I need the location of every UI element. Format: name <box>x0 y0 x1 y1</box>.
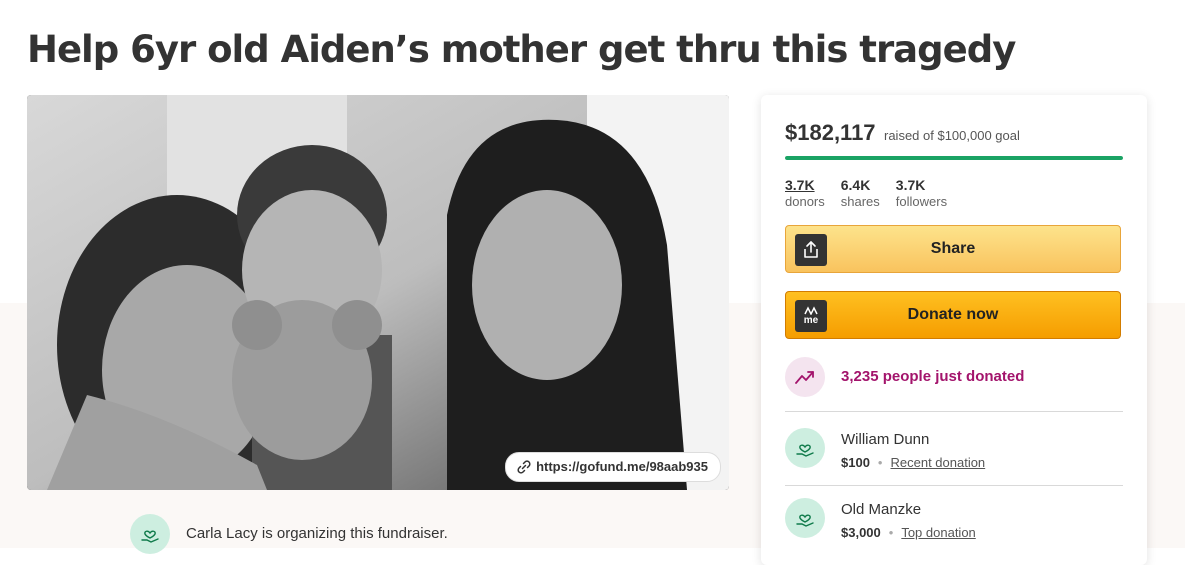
stat-shares: 6.4K shares <box>841 177 880 210</box>
top-donation-link[interactable]: Top donation <box>901 525 975 540</box>
stat-donors[interactable]: 3.7K donors <box>785 177 825 210</box>
gofundme-logo-icon: me <box>795 300 827 332</box>
donate-now-label: Donate now <box>907 306 999 323</box>
divider <box>785 485 1123 486</box>
share-link-text: https://gofund.me/98aab935 <box>536 459 708 474</box>
donor-avatar <box>785 428 825 468</box>
separator-dot: • <box>888 525 894 540</box>
donate-now-button[interactable]: me Donate now <box>785 291 1121 339</box>
donor-name: William Dunn <box>841 431 930 448</box>
share-button-label: Share <box>930 240 976 257</box>
donation-amount: $3,000 <box>841 525 881 540</box>
donate-icon-text: me <box>803 315 819 326</box>
trending-up-icon <box>795 371 814 384</box>
raised-amount: $182,117 <box>785 120 876 145</box>
stat-donors-label: donors <box>785 194 825 209</box>
stat-donors-value[interactable]: 3.7K <box>785 177 825 193</box>
heart-hand-icon <box>141 530 159 543</box>
goal-text: raised of $100,000 goal <box>884 128 1020 143</box>
progress-bar-fill <box>785 156 1123 160</box>
donation-sidebar-card: $182,117 raised of $100,000 goal 3.7K do… <box>761 95 1147 565</box>
organizer-avatar <box>130 514 170 554</box>
progress-bar <box>785 156 1123 160</box>
stat-followers: 3.7K followers <box>896 177 947 210</box>
page-title: Help 6yr old Aiden’s mother get thru thi… <box>27 28 1016 71</box>
stat-followers-label: followers <box>895 194 948 209</box>
donor-name: Old Manzke <box>841 501 922 518</box>
donation-meta: $100 • Recent donation <box>841 455 985 470</box>
share-upload-icon <box>795 234 827 266</box>
heart-hand-icon <box>796 514 814 527</box>
raised-summary: $182,117 raised of $100,000 goal <box>785 120 1020 146</box>
organizer-text: Carla Lacy is organizing this fundraiser… <box>186 525 448 542</box>
donor-avatar <box>785 498 825 538</box>
stat-followers-value: 3.7K <box>895 177 926 193</box>
recent-donation-link[interactable]: Recent donation <box>890 455 985 470</box>
donation-meta: $3,000 • Top donation <box>841 525 976 540</box>
share-button[interactable]: Share <box>785 225 1121 273</box>
stat-shares-value: 6.4K <box>840 177 871 193</box>
heart-hand-icon <box>796 444 814 457</box>
share-link-pill[interactable]: https://gofund.me/98aab935 <box>505 452 721 482</box>
trend-text: 3,235 people just donated <box>841 368 1025 385</box>
stat-shares-label: shares <box>840 194 880 209</box>
campaign-photo-image <box>27 95 729 490</box>
campaign-stats: 3.7K donors 6.4K shares 3.7K followers <box>785 177 947 210</box>
divider <box>785 411 1123 412</box>
separator-dot: • <box>877 455 883 470</box>
link-icon <box>517 460 531 474</box>
donation-amount: $100 <box>841 455 870 470</box>
campaign-photo: https://gofund.me/98aab935 <box>27 95 729 490</box>
trend-icon-circle <box>785 357 825 397</box>
